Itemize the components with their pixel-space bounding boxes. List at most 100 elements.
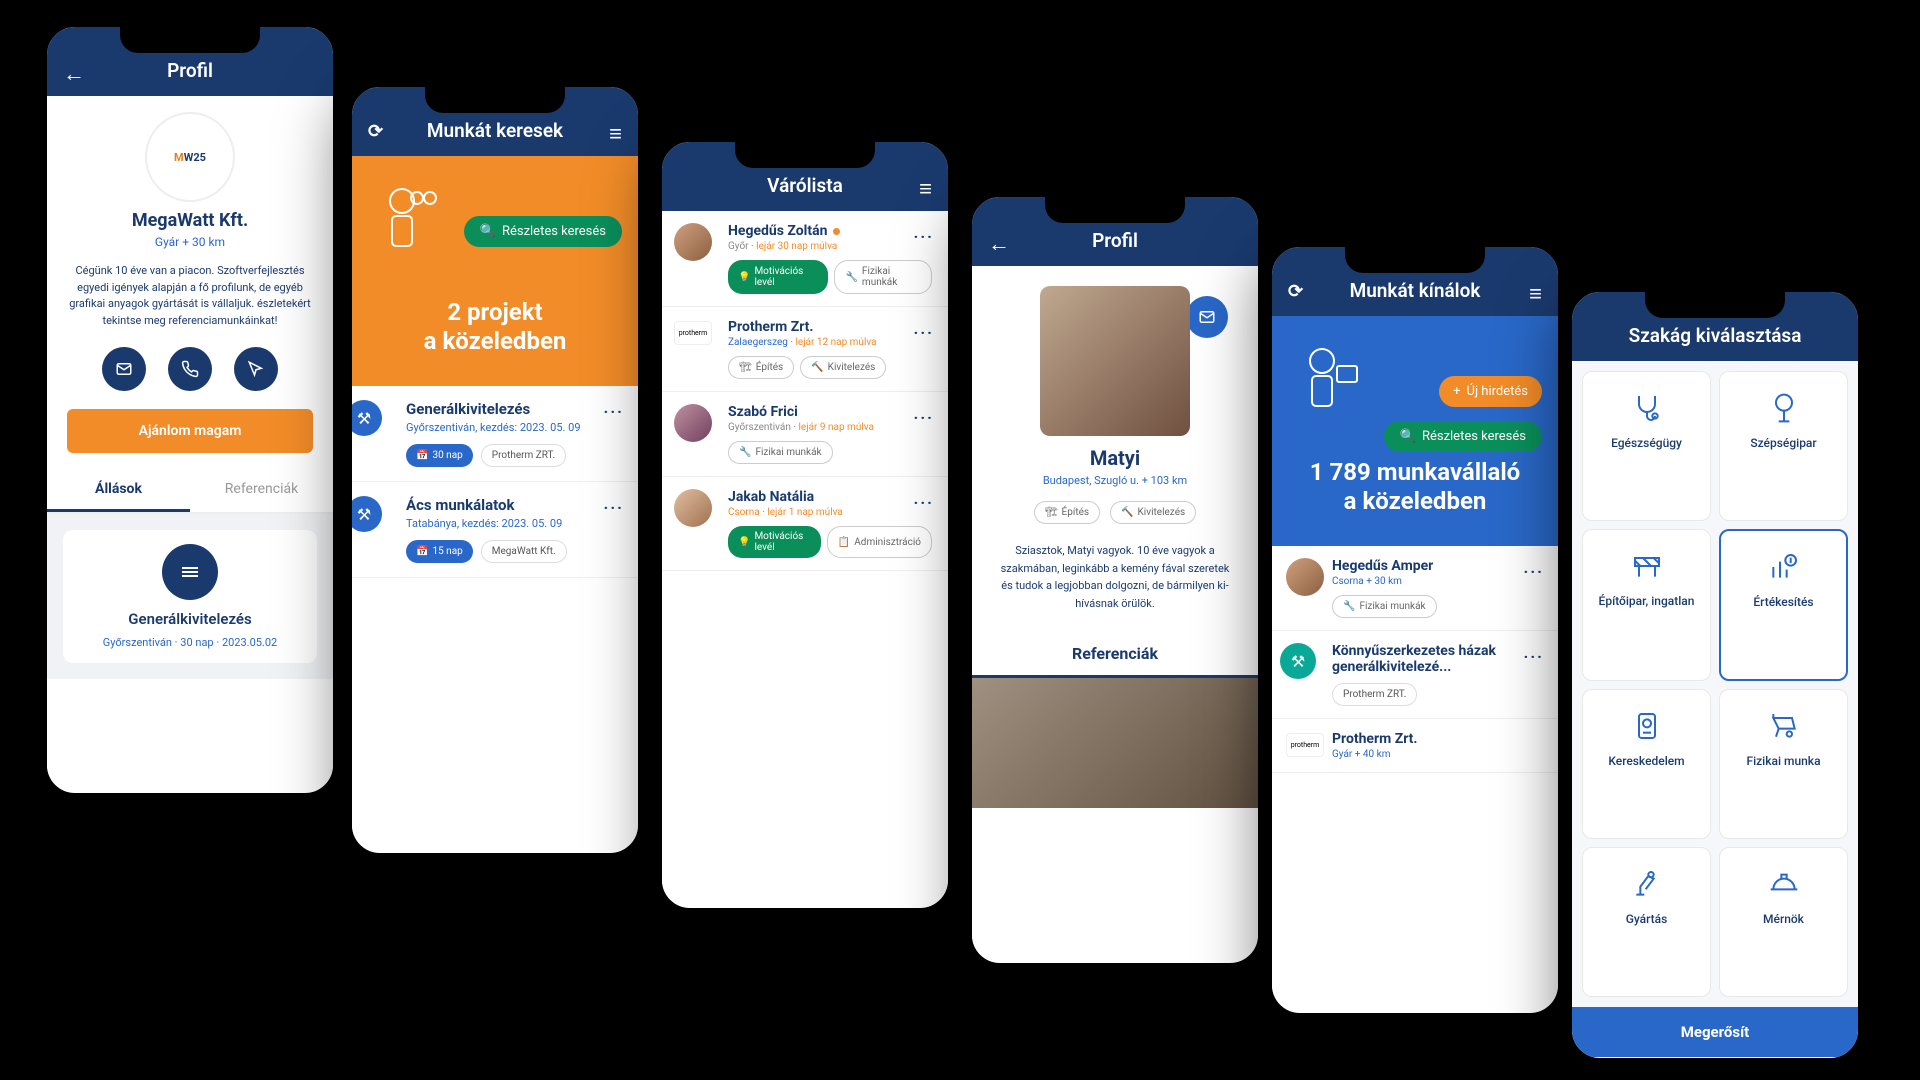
stethoscope-icon <box>1591 390 1702 426</box>
list-item[interactable]: ⚒ ··· Generálkivitelezés Győrszentiván, … <box>352 386 638 482</box>
more-icon[interactable]: ··· <box>914 323 934 342</box>
cursor-icon[interactable] <box>234 347 278 391</box>
logo-text: MW25 <box>174 151 206 164</box>
person-name: Matyi <box>972 446 1258 470</box>
notch <box>120 27 260 53</box>
notch <box>1645 292 1785 318</box>
avatar <box>674 223 712 261</box>
construction-icon: ⚒ <box>352 496 382 532</box>
content: + Új hirdetés 🔍 Részletes keresés 1 789 … <box>1272 316 1558 1012</box>
phone-profile-person: ← Profil Matyi Budapest, Szugló u. + 103… <box>960 185 1270 975</box>
list-item[interactable]: protherm ··· Protherm Zrt. Zalaegerszeg … <box>662 307 948 392</box>
category-label: Egészségügy <box>1591 436 1702 450</box>
email-icon[interactable] <box>102 347 146 391</box>
content: Matyi Budapest, Szugló u. + 103 km 🏗 Épí… <box>972 266 1258 962</box>
more-icon[interactable]: ··· <box>914 227 934 246</box>
category-label: Építőipar, ingatlan <box>1591 594 1702 608</box>
passport-icon <box>1591 708 1702 744</box>
menu-icon[interactable]: ≡ <box>609 121 622 147</box>
list-item[interactable]: ··· Hegedűs Zoltán Győr · lejár 30 nap m… <box>662 211 948 307</box>
barrier-icon <box>1591 548 1702 584</box>
category-label: Értékesítés <box>1729 595 1838 609</box>
category-physical[interactable]: Fizikai munka <box>1719 689 1848 839</box>
person-description: Sziasztok, Matyi vagyok. 10 éve vagyok a… <box>972 542 1258 612</box>
construction-icon: ⚒ <box>1280 643 1316 679</box>
status-dot-icon <box>833 228 840 235</box>
avatar <box>674 489 712 527</box>
build-tag: 🏗 Építés <box>1034 501 1100 524</box>
detailed-search-button[interactable]: 🔍 Részletes keresés <box>1384 421 1542 452</box>
hero-title: 2 projekt a közeledben <box>352 298 638 356</box>
more-icon[interactable]: ··· <box>1524 562 1544 581</box>
list-item[interactable]: ··· Hegedűs Amper Csorna + 30 km 🔧 Fizik… <box>1272 546 1558 631</box>
person-meta: Csorna · lejár 1 nap múlva <box>728 507 932 518</box>
page-title: Munkát kínálok <box>1350 279 1481 302</box>
company-chip: Protherm ZRT. <box>1332 683 1417 706</box>
company-logo: protherm <box>1286 733 1324 757</box>
category-commerce[interactable]: Kereskedelem <box>1582 689 1711 839</box>
references-header[interactable]: Referenciák <box>972 632 1258 678</box>
more-icon[interactable]: ··· <box>914 493 934 512</box>
tab-references[interactable]: Referenciák <box>190 469 333 512</box>
recommend-button[interactable]: Ajánlom magam <box>67 409 313 453</box>
company-meta: Zalaegerszeg · lejár 12 nap múlva <box>728 337 932 348</box>
list-item[interactable]: protherm Protherm Zrt. Gyár + 40 km <box>1272 719 1558 773</box>
category-sales[interactable]: Értékesítés <box>1719 529 1848 681</box>
category-label: Kereskedelem <box>1591 754 1702 768</box>
company-location: Gyár + 40 km <box>1332 749 1542 760</box>
mail-button[interactable] <box>1186 296 1228 338</box>
company-name: MegaWatt Kft. <box>47 210 333 231</box>
reference-image <box>972 678 1258 808</box>
list-item[interactable]: ··· Jakab Natália Csorna · lejár 1 nap m… <box>662 477 948 571</box>
notch <box>735 142 875 168</box>
motivation-tag: 💡 Motivációs levél <box>728 526 821 558</box>
refresh-icon[interactable]: ⟳ <box>368 121 383 142</box>
job-title: Könnyűszerkezetes házak generálkivitelez… <box>1332 643 1542 675</box>
category-engineer[interactable]: Mérnök <box>1719 847 1848 997</box>
more-icon[interactable]: ··· <box>1524 647 1544 666</box>
category-construction[interactable]: Építőipar, ingatlan <box>1582 529 1711 681</box>
company-name: Protherm Zrt. <box>728 319 932 335</box>
menu-icon[interactable]: ≡ <box>919 176 932 202</box>
days-chip: 📅 30 nap <box>406 444 473 467</box>
category-grid: Egészségügy Szépségipar Építőipar, ingat… <box>1572 361 1858 1007</box>
refresh-icon[interactable]: ⟳ <box>1288 281 1303 302</box>
category-health[interactable]: Egészségügy <box>1582 371 1711 521</box>
back-icon[interactable]: ← <box>63 61 85 87</box>
list-item[interactable]: ··· Szabó Frici Győrszentiván · lejár 9 … <box>662 392 948 477</box>
company-logo: MW25 <box>145 112 235 202</box>
job-meta: Győrszentiván · 30 nap · 2023.05.02 <box>77 636 303 649</box>
chart-dollar-icon <box>1729 549 1838 585</box>
notch <box>425 87 565 113</box>
phone-waitlist: Várólista ≡ ··· Hegedűs Zoltán Győr · le… <box>650 130 960 920</box>
list-item[interactable]: ⚒ ··· Ács munkálatok Tatabánya, kezdés: … <box>352 482 638 578</box>
exec-tag: 🔨 Kivitelezés <box>1110 501 1196 524</box>
new-ad-button[interactable]: + Új hirdetés <box>1439 376 1542 407</box>
admin-tag: 📋 Adminisztráció <box>827 526 932 558</box>
contact-icons <box>47 347 333 391</box>
days-chip: 📅 15 nap <box>406 540 473 563</box>
confirm-button[interactable]: Megerősít <box>1572 1007 1858 1057</box>
menu-icon[interactable]: ≡ <box>1529 281 1542 307</box>
phone-icon[interactable] <box>168 347 212 391</box>
page-title: Várólista <box>767 174 843 197</box>
company-location: Gyár + 30 km <box>47 235 333 249</box>
job-icon <box>162 544 218 600</box>
more-icon[interactable]: ··· <box>604 402 624 421</box>
list-item[interactable]: ⚒ ··· Könnyűszerkezetes házak generálkiv… <box>1272 631 1558 719</box>
detailed-search-button[interactable]: 🔍 Részletes keresés <box>464 216 622 247</box>
phone-profile-company: ← Profil MW25 MegaWatt Kft. Gyár + 30 km… <box>35 15 345 805</box>
notch <box>1045 197 1185 223</box>
back-icon[interactable]: ← <box>988 231 1010 257</box>
company-name: Protherm Zrt. <box>1332 731 1542 747</box>
content: ··· Hegedűs Zoltán Győr · lejár 30 nap m… <box>662 211 948 907</box>
category-beauty[interactable]: Szépségipar <box>1719 371 1848 521</box>
physical-tag: 🔧 Fizikai munkák <box>834 260 932 294</box>
more-icon[interactable]: ··· <box>914 408 934 427</box>
category-manufacturing[interactable]: Gyártás <box>1582 847 1711 997</box>
item-subtitle: Győrszentiván, kezdés: 2023. 05. 09 <box>406 421 622 434</box>
more-icon[interactable]: ··· <box>604 498 624 517</box>
tab-jobs[interactable]: Állások <box>47 469 190 512</box>
job-card[interactable]: Generálkivitelezés Győrszentiván · 30 na… <box>63 530 317 663</box>
person-briefcase-icon <box>1282 336 1382 436</box>
